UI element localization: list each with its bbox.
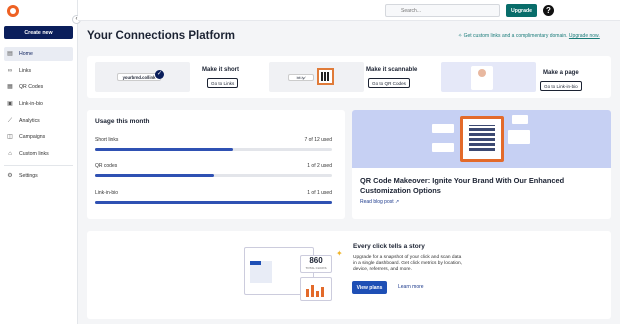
sidebar-item-label: Link-in-bio xyxy=(19,101,43,108)
sidebar-item-label: Analytics xyxy=(19,117,40,124)
quick-card-scannable: bit.ly/ Make it scannable Go to QR Codes xyxy=(265,60,435,94)
story-title: Every click tells a story xyxy=(353,243,425,250)
sidebar-item-link-in-bio[interactable]: ▣ Link-in-bio xyxy=(4,97,73,111)
read-blog-post-link[interactable]: Read blog post ↗ xyxy=(360,199,399,205)
sidebar-item-label: Custom links xyxy=(19,151,49,158)
usage-title: Usage this month xyxy=(95,118,150,125)
sidebar-item-label: QR Codes xyxy=(19,84,44,91)
story-body: Upgrade for a snapshot of your click and… xyxy=(353,255,463,273)
sidebar-item-label: Links xyxy=(19,67,32,74)
quick-card-short: yourbrnd.co/link ✓ Make it short Go to L… xyxy=(91,60,261,94)
link-in-bio-illustration xyxy=(441,62,536,92)
quick-actions-panel: yourbrnd.co/link ✓ Make it short Go to L… xyxy=(87,56,611,98)
analytics-upsell-panel: 860 TOTAL CLICKS ✦ Every click tells a s… xyxy=(87,231,611,319)
usage-progress-bar xyxy=(95,148,332,151)
external-link-icon: ↗ xyxy=(395,199,400,205)
usage-label: Link-in-bio xyxy=(95,190,119,196)
sidebar-divider xyxy=(4,165,73,166)
sidebar-item-label: Campaigns xyxy=(19,134,46,141)
upgrade-button[interactable]: Upgrade xyxy=(506,4,537,17)
sidebar: ‹ Create new ▤ Home ∞ Links ▦ QR Codes ▣ Lin… xyxy=(0,0,81,324)
custom-links-icon: ⌂ xyxy=(8,151,12,158)
check-icon: ✓ xyxy=(155,70,164,79)
card-title: Make it short xyxy=(202,67,240,73)
usage-panel: Usage this month Short links 7 of 12 use… xyxy=(87,110,345,219)
sparkle-icon: ✦ xyxy=(336,249,343,258)
card-title: Make a page xyxy=(543,70,579,76)
usage-progress-fill xyxy=(95,201,332,204)
sidebar-item-custom-links[interactable]: ⌂ Custom links xyxy=(4,147,73,161)
promo-text: Get custom links and a complimentary dom… xyxy=(463,33,568,39)
usage-label: QR codes xyxy=(95,163,118,169)
qr-code-icon xyxy=(317,68,334,85)
usage-label: Short links xyxy=(95,137,119,143)
analytics-illustration: 860 TOTAL CLICKS ✦ xyxy=(244,241,344,309)
go-to-links-button[interactable]: Go to Links xyxy=(207,78,239,88)
view-plans-button[interactable]: View plans xyxy=(352,281,387,294)
qr-link-preview: bit.ly/ xyxy=(288,74,314,81)
sidebar-item-label: Settings xyxy=(19,173,38,179)
top-bar xyxy=(78,0,620,21)
qr-icon: ▦ xyxy=(7,84,13,91)
sidebar-nav-bottom: ⚙ Settings xyxy=(4,169,73,186)
go-to-link-in-bio-button[interactable]: Go to Link-in-bio xyxy=(540,81,582,91)
usage-progress-fill xyxy=(95,174,214,177)
read-blog-label: Read blog post xyxy=(360,199,394,205)
sidebar-item-campaigns[interactable]: ◫ Campaigns xyxy=(4,130,73,144)
learn-more-link[interactable]: Learn more xyxy=(398,284,424,290)
link-icon: ∞ xyxy=(7,67,13,74)
bitly-logo-icon[interactable] xyxy=(7,5,19,17)
sidebar-item-links[interactable]: ∞ Links xyxy=(4,64,73,78)
promo-banner: ✧ Get custom links and a complimentary d… xyxy=(458,33,600,39)
sparkle-icon: ✧ xyxy=(458,33,463,39)
campaigns-icon: ◫ xyxy=(7,134,13,141)
sidebar-item-label: Home xyxy=(19,51,33,57)
qr-illustration: bit.ly/ xyxy=(269,62,364,92)
blog-card[interactable]: QR Code Makeover: Ignite Your Brand With… xyxy=(352,110,611,219)
sidebar-item-qr-codes[interactable]: ▦ QR Codes xyxy=(4,80,73,94)
quick-card-page: Make a page Go to Link-in-bio xyxy=(437,60,607,94)
qr-code-icon xyxy=(460,116,504,162)
stat-card: 860 TOTAL CLICKS xyxy=(300,255,332,273)
home-icon: ▤ xyxy=(7,51,13,57)
sidebar-item-settings[interactable]: ⚙ Settings xyxy=(4,169,73,183)
create-new-button[interactable]: Create new xyxy=(4,26,73,39)
search-input[interactable] xyxy=(385,4,500,17)
stat-value: 860 xyxy=(309,256,323,265)
blog-title: QR Code Makeover: Ignite Your Brand With… xyxy=(360,176,565,195)
go-to-qr-codes-button[interactable]: Go to QR Codes xyxy=(368,78,410,88)
page-title: Your Connections Platform xyxy=(87,30,236,42)
card-title: Make it scannable xyxy=(366,67,418,73)
usage-count: 7 of 12 used xyxy=(304,137,332,143)
analytics-icon: ⟋ xyxy=(7,117,13,124)
sidebar-nav: ▤ Home ∞ Links ▦ QR Codes ▣ Link-in-bio ⟋ Ana… xyxy=(4,47,73,164)
upgrade-now-link[interactable]: Upgrade now. xyxy=(569,33,600,39)
usage-progress-bar xyxy=(95,201,332,204)
blog-illustration xyxy=(352,110,611,168)
sidebar-item-analytics[interactable]: ⟋ Analytics xyxy=(4,114,73,128)
usage-progress-bar xyxy=(95,174,332,177)
bio-icon: ▣ xyxy=(7,101,13,108)
gear-icon: ⚙ xyxy=(7,173,13,179)
usage-count: 1 of 2 used xyxy=(307,163,332,169)
sidebar-item-home[interactable]: ▤ Home xyxy=(4,47,73,61)
usage-count: 1 of 1 used xyxy=(307,190,332,196)
help-icon[interactable]: ? xyxy=(543,5,554,16)
short-link-illustration: yourbrnd.co/link ✓ xyxy=(95,62,190,92)
bio-page-preview xyxy=(471,66,493,90)
usage-progress-fill xyxy=(95,148,234,151)
stat-label: TOTAL CLICKS xyxy=(305,266,327,270)
